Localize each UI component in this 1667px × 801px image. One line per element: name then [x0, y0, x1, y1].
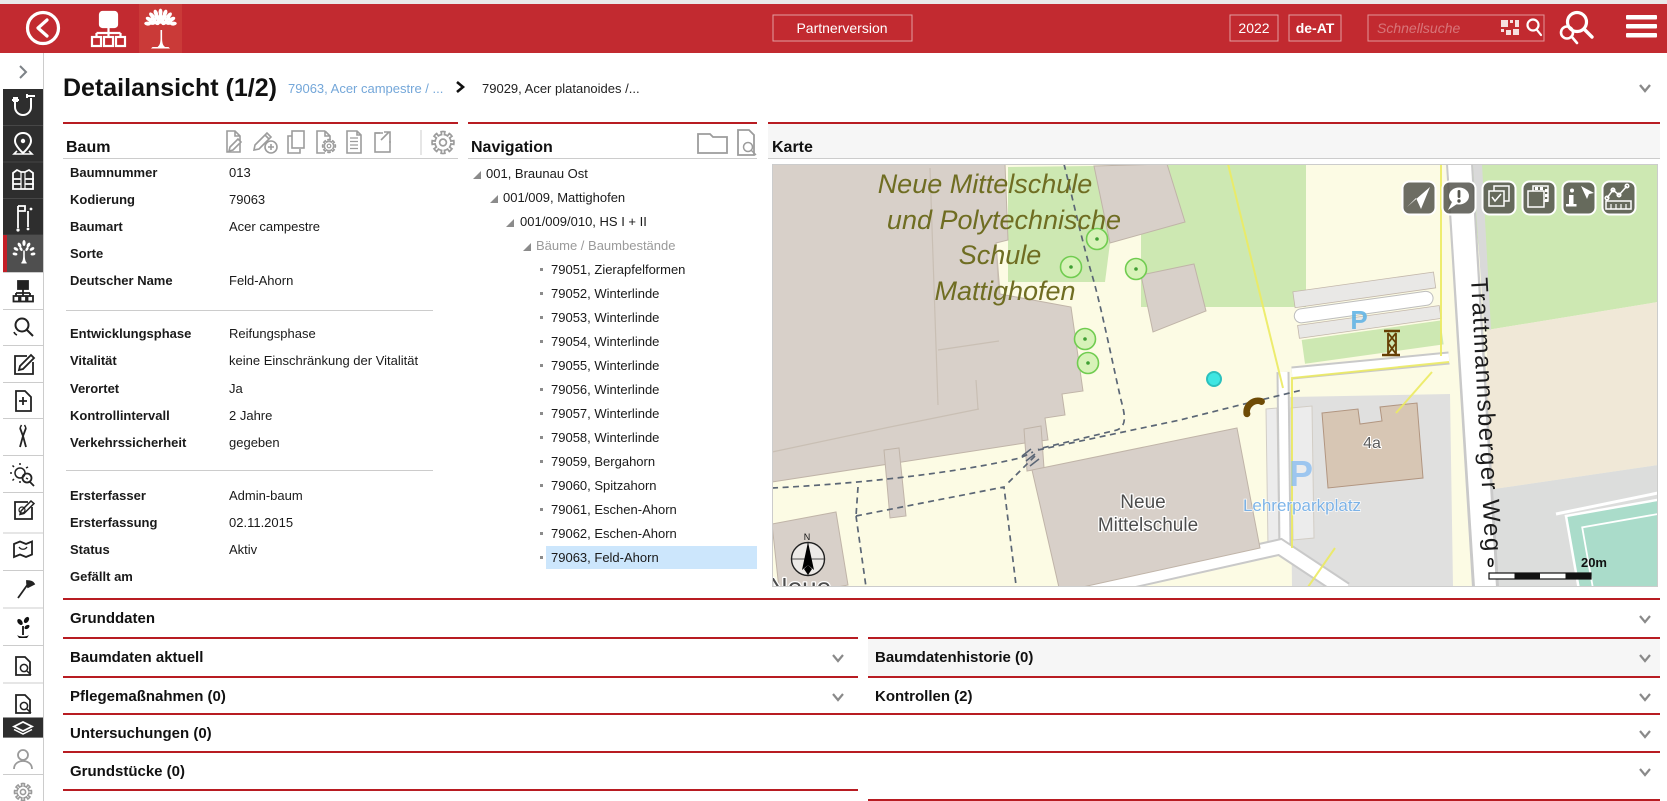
svg-text:N: N [804, 532, 811, 542]
svg-text:und Polytechnische: und Polytechnische [887, 205, 1121, 235]
svg-text:Lehrerparkplatz: Lehrerparkplatz [1243, 496, 1361, 515]
svg-text:Neue: Neue [1120, 492, 1165, 513]
svg-text:Neue Mittelschule: Neue Mittelschule [878, 169, 1093, 199]
svg-text:Mattighofen: Mattighofen [934, 276, 1075, 306]
svg-text:Partnerversion: Partnerversion [796, 20, 887, 36]
svg-text:2022: 2022 [1238, 20, 1269, 36]
svg-text:Schnellsuche: Schnellsuche [1377, 20, 1460, 36]
svg-text:Mittelschule: Mittelschule [1098, 515, 1198, 536]
svg-text:P: P [1289, 453, 1313, 494]
svg-text:20m: 20m [1581, 555, 1607, 570]
svg-text:0: 0 [1487, 555, 1494, 570]
svg-text:4a: 4a [1363, 435, 1381, 452]
svg-text:de-AT: de-AT [1296, 20, 1335, 36]
svg-text:Schule: Schule [959, 240, 1042, 270]
svg-text:P: P [1350, 305, 1367, 335]
